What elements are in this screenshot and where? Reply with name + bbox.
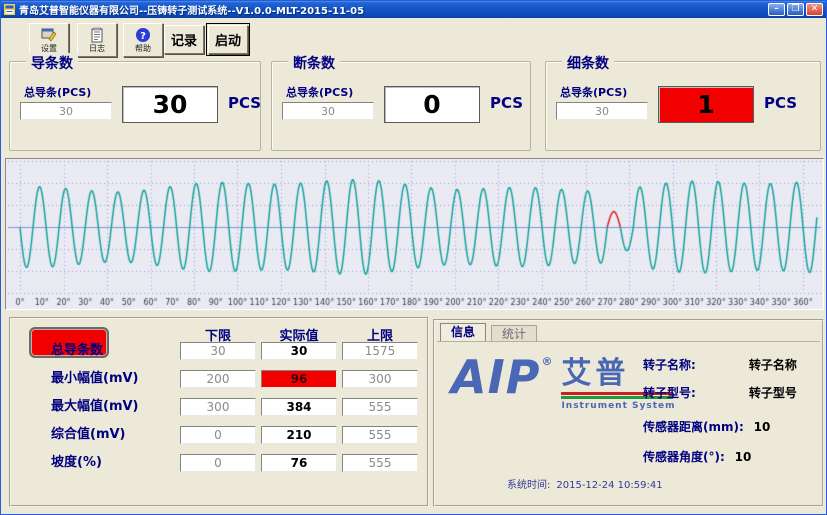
aip-logo-subtitle: Instrument System [561, 401, 675, 411]
close-button[interactable]: ✕ [806, 3, 823, 16]
total-bars-input[interactable]: 30 [282, 102, 374, 120]
system-time: 系统时间: 2015-12-24 10:59:41 [507, 476, 663, 491]
info-panel: 信息 统计 AIP® 艾普 Instrument System 转子名称: 转子… [433, 319, 824, 507]
waveform-canvas [6, 159, 823, 309]
broken-bar-count-display: 0 [384, 86, 480, 123]
row-label: 坡度(%) [51, 454, 102, 472]
start-button[interactable]: 启动 [208, 25, 248, 54]
system-time-value: 2015-12-24 10:59:41 [556, 480, 662, 491]
high-limit-box[interactable]: 300 [342, 370, 418, 388]
registered-mark: ® [541, 355, 553, 368]
minimize-button[interactable]: – [768, 3, 785, 16]
actual-value-box: 30 [261, 342, 337, 360]
tab-statistics[interactable]: 统计 [491, 325, 537, 341]
row-label: 总导条数 [51, 342, 103, 360]
sensor-distance-value: 10 [754, 420, 771, 434]
sensor-distance-label: 传感器距离(mm): [643, 418, 744, 435]
sensor-distance-field: 传感器距离(mm): 10 [643, 418, 770, 435]
measurements-panel: 下限 实际值 上限 总导条数 30 30 1575 最小幅值(mV) 200 9… [9, 317, 429, 507]
total-bars-input[interactable]: 30 [556, 102, 648, 120]
log-icon [89, 27, 105, 43]
high-limit-box[interactable]: 555 [342, 398, 418, 416]
record-button[interactable]: 记录 [164, 25, 204, 54]
rotor-model-field: 转子型号: 转子型号 [643, 384, 797, 401]
help-icon: ? [135, 27, 151, 43]
low-limit-box[interactable]: 300 [180, 398, 256, 416]
high-limit-box[interactable]: 555 [342, 426, 418, 444]
total-bars-input[interactable]: 30 [20, 102, 112, 120]
log-button[interactable]: 日志 [77, 23, 117, 57]
rotor-name-value: 转子名称 [749, 358, 797, 372]
groupbox-thin-bar-count: 细条数 总导条(PCS) 30 1 PCS [545, 61, 821, 151]
row-label: 综合值(mV) [51, 426, 126, 444]
low-limit-box[interactable]: 0 [180, 454, 256, 472]
actual-value-box: 384 [261, 398, 337, 416]
log-button-label: 日志 [89, 44, 105, 53]
actual-value-box: 76 [261, 454, 337, 472]
low-limit-box[interactable]: 200 [180, 370, 256, 388]
actual-value-box: 210 [261, 426, 337, 444]
tab-separator [437, 341, 820, 342]
total-bars-label: 总导条(PCS) [286, 84, 353, 100]
settings-button-label: 设置 [41, 44, 57, 53]
app-icon [4, 4, 15, 15]
groupbox-broken-bar-count: 断条数 总导条(PCS) 30 0 PCS [271, 61, 531, 151]
total-bars-label: 总导条(PCS) [24, 84, 91, 100]
groupbox-title: 断条数 [288, 53, 340, 73]
help-button-label: 帮助 [135, 44, 151, 53]
rotor-name-field: 转子名称: 转子名称 [643, 356, 797, 373]
groupbox-title: 细条数 [562, 53, 614, 73]
system-time-label: 系统时间: [507, 480, 550, 491]
high-limit-box[interactable]: 1575 [342, 342, 418, 360]
settings-icon [41, 27, 57, 43]
groupbox-bar-count: 导条数 总导条(PCS) 30 30 PCS [9, 61, 261, 151]
settings-button[interactable]: 设置 [29, 23, 69, 57]
low-limit-box[interactable]: 0 [180, 426, 256, 444]
sensor-angle-value: 10 [735, 450, 752, 464]
bar-count-display: 30 [122, 86, 218, 123]
title-bar: 青岛艾普智能仪器有限公司--压铸转子测试系统--V1.0.0-MLT-2015-… [1, 1, 826, 18]
tab-info[interactable]: 信息 [440, 323, 486, 341]
high-limit-box[interactable]: 555 [342, 454, 418, 472]
aip-logo-text: AIP® [451, 357, 553, 398]
row-label: 最小幅值(mV) [51, 370, 139, 388]
application-window: 青岛艾普智能仪器有限公司--压铸转子测试系统--V1.0.0-MLT-2015-… [0, 0, 827, 515]
pcs-unit-label: PCS [490, 94, 523, 112]
rotor-model-value: 转子型号 [749, 386, 797, 400]
rotor-name-label: 转子名称: [643, 356, 739, 373]
sensor-angle-label: 传感器角度(°): [643, 448, 725, 465]
svg-text:?: ? [140, 31, 146, 42]
sensor-angle-field: 传感器角度(°): 10 [643, 448, 751, 465]
window-title: 青岛艾普智能仪器有限公司--压铸转子测试系统--V1.0.0-MLT-2015-… [19, 2, 766, 17]
pcs-unit-label: PCS [228, 94, 261, 112]
thin-bar-count-display: 1 [658, 86, 754, 123]
low-limit-box[interactable]: 30 [180, 342, 256, 360]
restore-button[interactable]: ❐ [787, 3, 804, 16]
actual-value-box: 96 [261, 370, 337, 388]
pcs-unit-label: PCS [764, 94, 797, 112]
aip-logo: AIP® 艾普 Instrument System [451, 357, 676, 411]
help-button[interactable]: ? 帮助 [123, 23, 163, 57]
groupbox-title: 导条数 [26, 53, 78, 73]
rotor-model-label: 转子型号: [643, 384, 739, 401]
waveform-chart [5, 158, 824, 310]
total-bars-label: 总导条(PCS) [560, 84, 627, 100]
row-label: 最大幅值(mV) [51, 398, 139, 416]
